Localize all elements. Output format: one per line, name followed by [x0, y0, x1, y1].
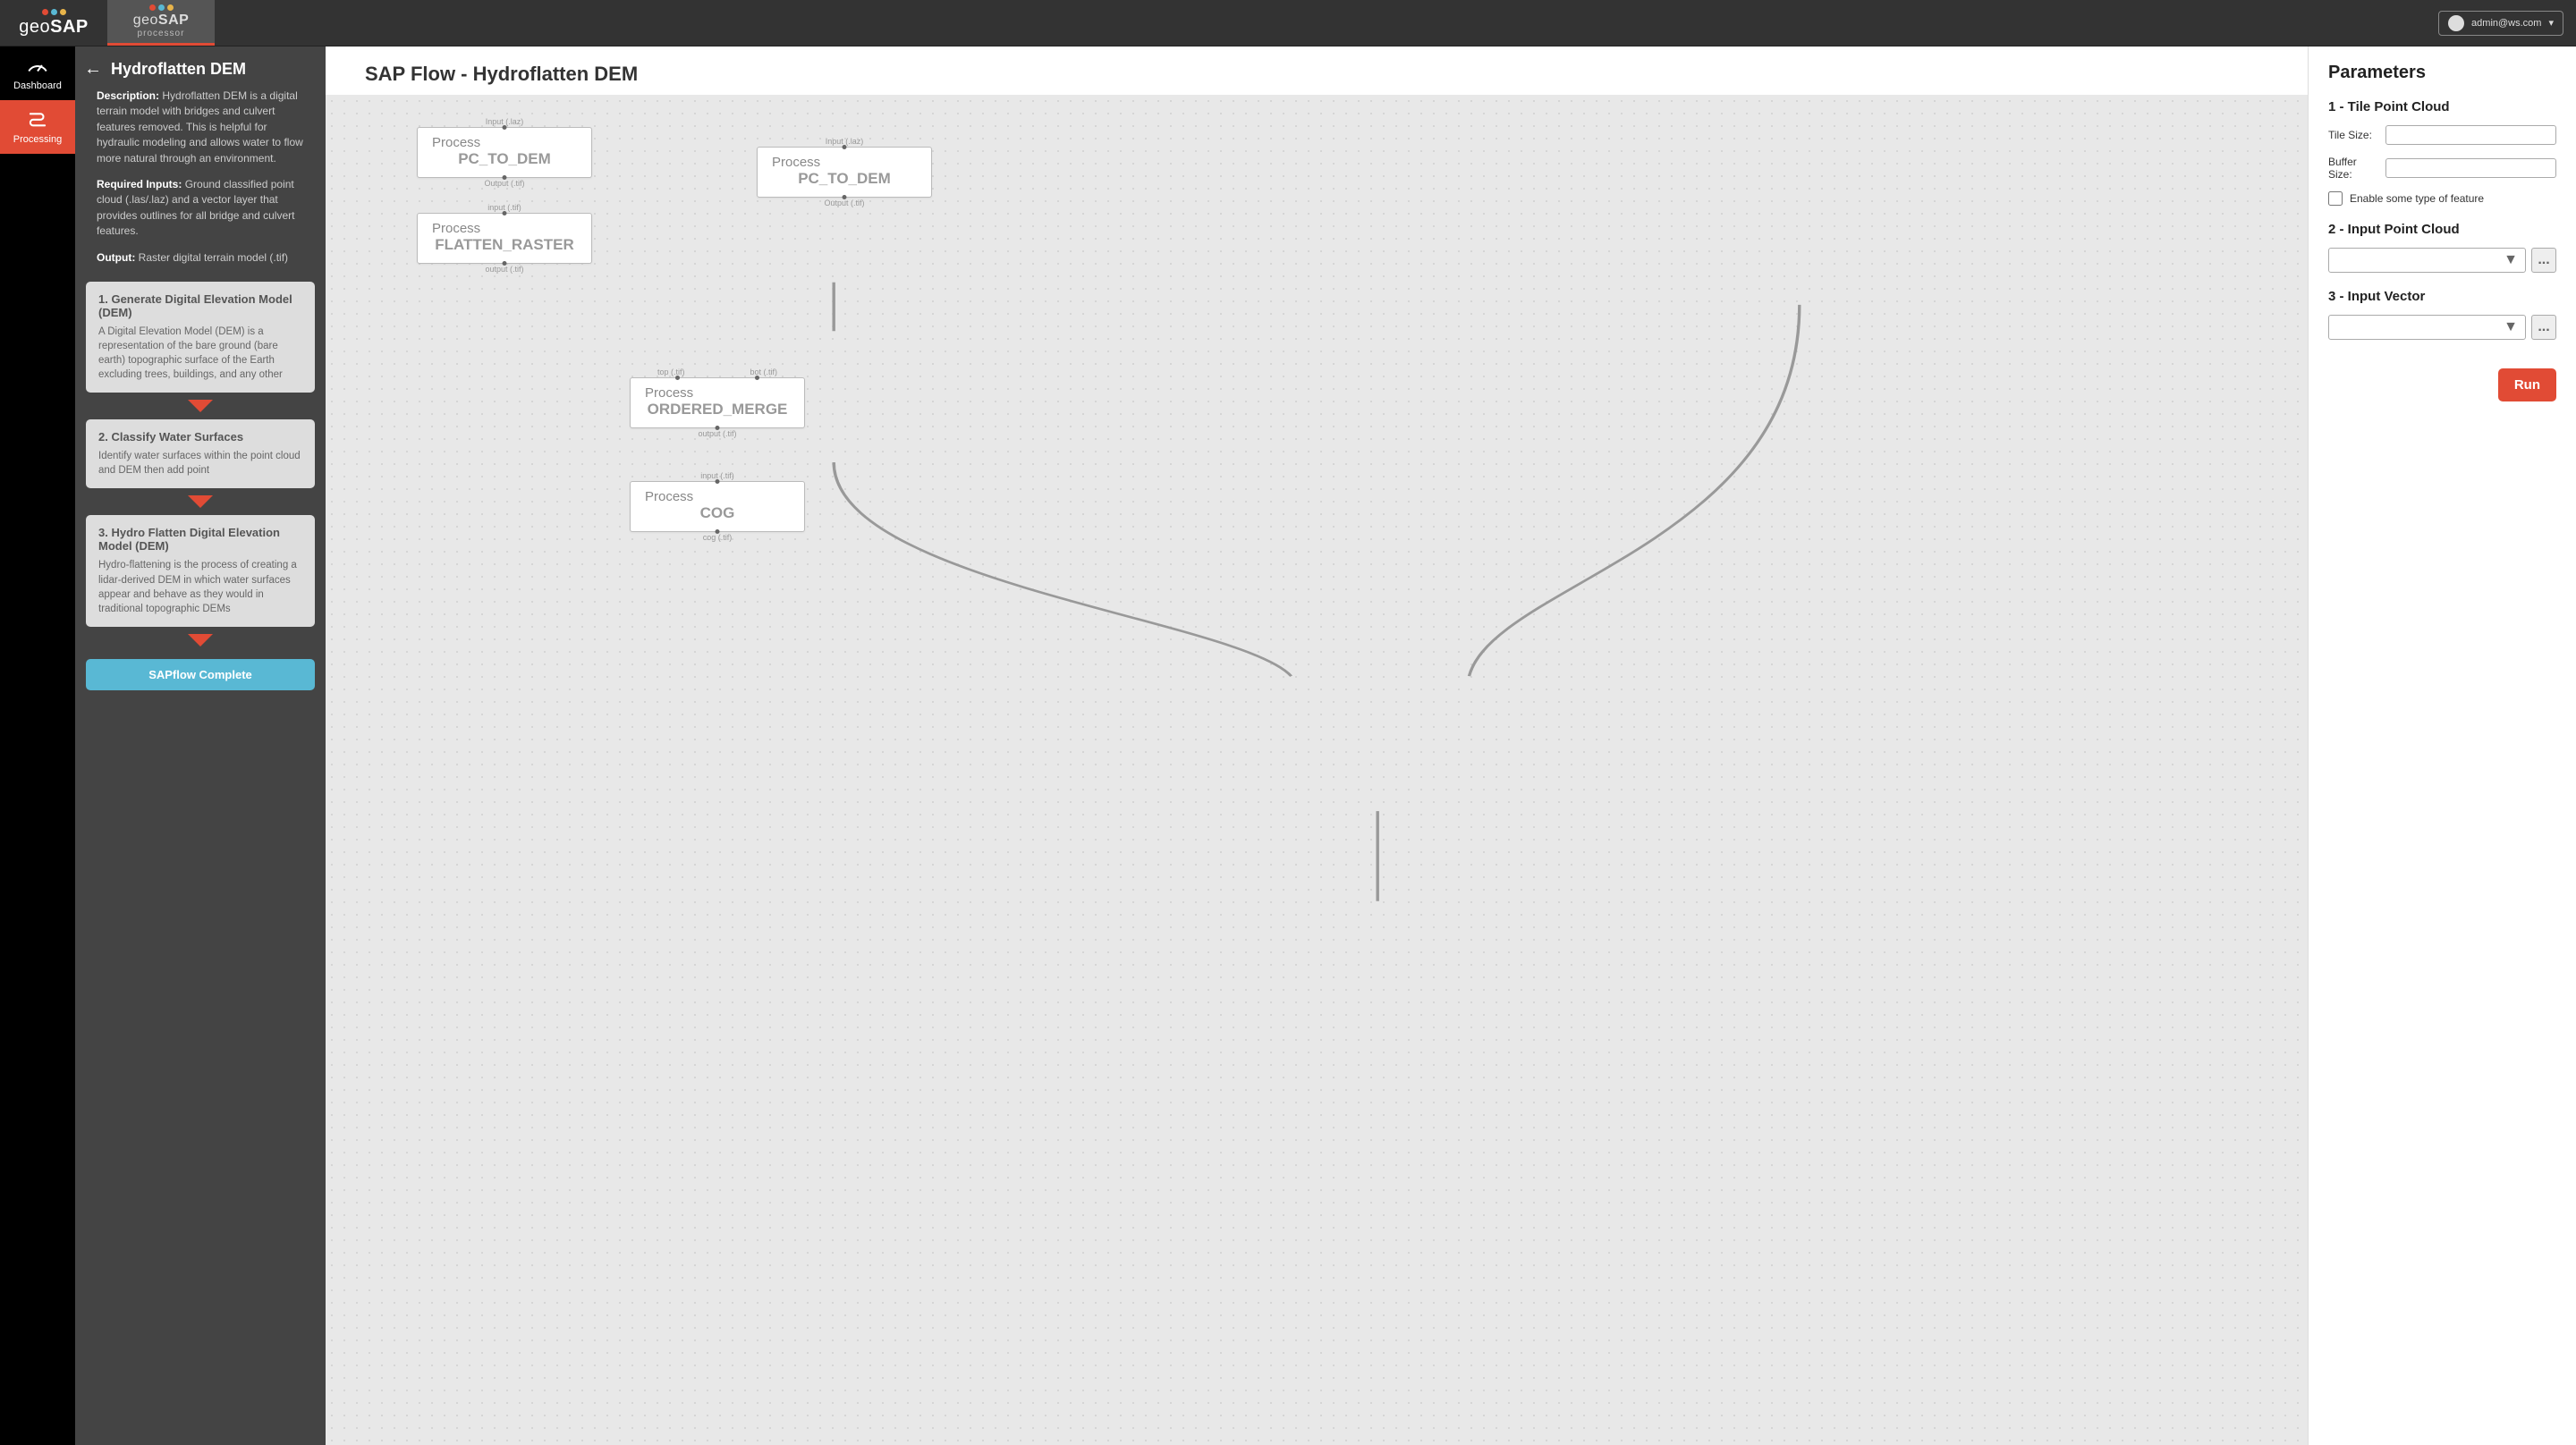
input-point-cloud-select[interactable]: ▼ [2328, 248, 2526, 273]
node2-in-port: input (.tif) [487, 203, 521, 212]
node-flatten-raster[interactable]: input (.tif) Process FLATTEN_RASTER outp… [417, 213, 592, 264]
node2-out-port: output (.tif) [485, 265, 523, 274]
output-text: Raster digital terrain model (.tif) [139, 251, 288, 264]
chevron-down-icon [84, 632, 317, 648]
step-card-3[interactable]: 3. Hydro Flatten Digital Elevation Model… [86, 515, 315, 626]
sapflow-complete-button[interactable]: SAPflow Complete [86, 659, 315, 690]
app-header: geoSAP geoSAP processor admin@ws.com ▾ [0, 0, 2576, 46]
chevron-down-icon: ▾ [2548, 17, 2554, 29]
back-arrow-icon[interactable]: ← [84, 59, 102, 80]
description-block: Description: Hydroflatten DEM is a digit… [84, 89, 317, 177]
tool-text: geoSAP [133, 13, 190, 29]
output-label: Output: [97, 251, 135, 264]
user-email: admin@ws.com [2471, 18, 2541, 29]
step-1-title: 1. Generate Digital Elevation Model (DEM… [98, 292, 302, 319]
description-label: Description: [97, 89, 159, 102]
step-3-desc: Hydro-flattening is the process of creat… [98, 558, 302, 615]
enable-feature-checkbox[interactable] [2328, 191, 2343, 206]
output-block: Output: Raster digital terrain model (.t… [84, 250, 317, 276]
node3-name: PC_TO_DEM [772, 170, 917, 188]
brand-logo[interactable]: geoSAP [0, 0, 107, 46]
canvas-title: SAP Flow - Hydroflatten DEM [326, 46, 2308, 95]
step-1-desc: A Digital Elevation Model (DEM) is a rep… [98, 325, 302, 382]
tile-size-input[interactable] [2385, 125, 2556, 145]
node1-name: PC_TO_DEM [432, 150, 577, 168]
flow-icon [26, 110, 49, 131]
wires-icon [326, 95, 2308, 1445]
input-vector-browse[interactable]: ... [2531, 315, 2556, 340]
nav-processing-label: Processing [13, 134, 62, 145]
step-card-1[interactable]: 1. Generate Digital Elevation Model (DEM… [86, 282, 315, 393]
node5-in-port: input (.tif) [700, 471, 734, 480]
node2-name: FLATTEN_RASTER [432, 236, 577, 254]
node1-in-port: Input (.laz) [486, 117, 524, 126]
chevron-down-icon: ▼ [2504, 252, 2518, 268]
node4-in-bot: bot (.tif) [750, 368, 777, 376]
enable-feature-label: Enable some type of feature [2350, 192, 2484, 205]
node4-out-port: output (.tif) [698, 429, 736, 438]
side-panel: ← Hydroflatten DEM Description: Hydrofla… [75, 46, 326, 1445]
input-vector-select[interactable]: ▼ [2328, 315, 2526, 340]
step-3-title: 3. Hydro Flatten Digital Elevation Model… [98, 526, 302, 553]
node3-out-port: Output (.tif) [824, 199, 864, 207]
inputs-block: Required Inputs: Ground classified point… [84, 177, 317, 250]
parameters-title: Parameters [2328, 63, 2556, 83]
node5-out-port: cog (.tif) [703, 533, 733, 542]
buffer-size-input[interactable] [2385, 158, 2556, 178]
chevron-down-icon: ▼ [2504, 319, 2518, 335]
step-2-title: 2. Classify Water Surfaces [98, 430, 302, 444]
canvas-area: SAP Flow - Hydroflatten DEM Input (.laz)… [326, 46, 2308, 1445]
user-menu[interactable]: admin@ws.com ▾ [2438, 11, 2563, 36]
node3-proc: Process [772, 155, 917, 170]
section-tile-point-cloud: 1 - Tile Point Cloud [2328, 99, 2556, 114]
node2-proc: Process [432, 221, 577, 236]
node5-proc: Process [645, 489, 790, 504]
page-title: Hydroflatten DEM [111, 60, 246, 79]
flow-canvas[interactable]: Input (.laz) Process PC_TO_DEM Output (.… [326, 95, 2308, 1445]
tool-dots-icon [149, 4, 174, 11]
node1-out-port: Output (.tif) [484, 179, 524, 188]
tool-tab-processor[interactable]: geoSAP processor [107, 0, 215, 46]
step-2-desc: Identify water surfaces within the point… [98, 449, 302, 477]
parameters-panel: Parameters 1 - Tile Point Cloud Tile Siz… [2308, 46, 2576, 1445]
tile-size-label: Tile Size: [2328, 129, 2378, 141]
node-pc-to-dem-2[interactable]: Input (.laz) Process PC_TO_DEM Output (.… [757, 147, 932, 198]
node4-proc: Process [645, 385, 790, 401]
nav-dashboard[interactable]: Dashboard [0, 46, 75, 100]
tool-subtitle: processor [138, 29, 185, 38]
avatar-icon [2448, 15, 2464, 31]
node-ordered-merge[interactable]: top (.tif) bot (.tif) Process ORDERED_ME… [630, 377, 805, 428]
chevron-down-icon [84, 398, 317, 414]
left-nav: Dashboard Processing [0, 46, 75, 1445]
node4-name: ORDERED_MERGE [645, 401, 790, 418]
step-card-2[interactable]: 2. Classify Water Surfaces Identify wate… [86, 419, 315, 488]
brand-dots-icon [42, 9, 66, 15]
buffer-size-label: Buffer Size: [2328, 156, 2378, 181]
node1-proc: Process [432, 135, 577, 150]
nav-dashboard-label: Dashboard [13, 80, 62, 91]
input-point-cloud-browse[interactable]: ... [2531, 248, 2556, 273]
section-input-vector: 3 - Input Vector [2328, 289, 2556, 304]
chevron-down-icon [84, 494, 317, 510]
section-input-point-cloud: 2 - Input Point Cloud [2328, 222, 2556, 237]
node5-name: COG [645, 504, 790, 522]
node-cog[interactable]: input (.tif) Process COG cog (.tif) [630, 481, 805, 532]
node3-in-port: Input (.laz) [826, 137, 864, 146]
run-button[interactable]: Run [2498, 368, 2556, 401]
node4-in-top: top (.tif) [657, 368, 685, 376]
brand-text: geoSAP [19, 17, 89, 38]
nav-processing[interactable]: Processing [0, 100, 75, 154]
inputs-label: Required Inputs: [97, 178, 182, 190]
node-pc-to-dem-1[interactable]: Input (.laz) Process PC_TO_DEM Output (.… [417, 127, 592, 178]
gauge-icon [26, 56, 49, 77]
